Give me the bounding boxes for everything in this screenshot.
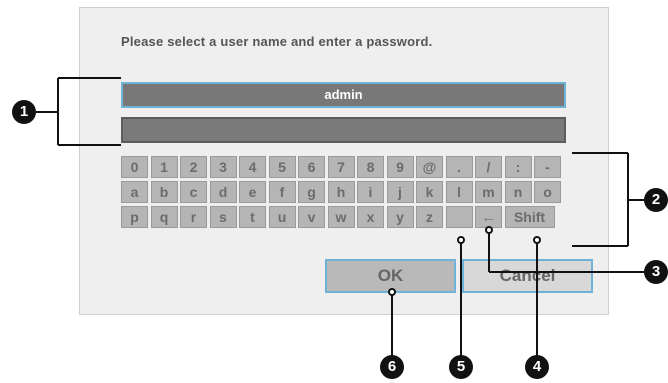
callout-6: 6: [380, 355, 404, 379]
callout-5: 5: [449, 355, 473, 379]
callout-1: 1: [12, 100, 36, 124]
callout-3: 3: [644, 260, 668, 284]
callout-lines: [36, 77, 645, 356]
callout-4: 4: [525, 355, 549, 379]
callout-2: 2: [644, 188, 668, 212]
